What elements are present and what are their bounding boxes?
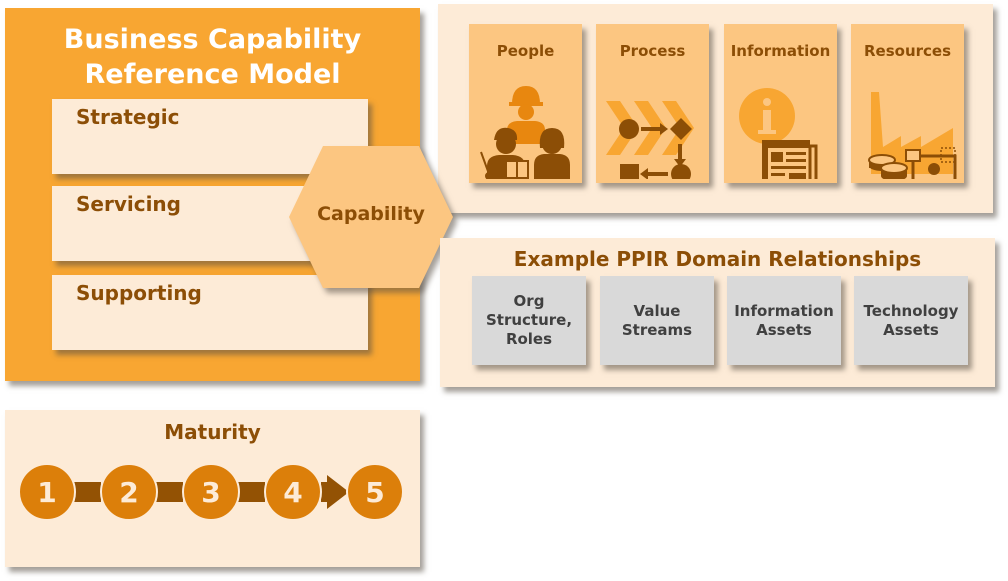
domain-label: Resources (863, 42, 952, 60)
information-newspaper-icon (739, 88, 818, 179)
people-group-icon (480, 86, 570, 179)
ppir-domains-panel: People Process Information Resources (438, 4, 993, 213)
domain-card-resources[interactable]: Resources (851, 24, 964, 183)
maturity-scale: 1 2 3 4 5 (18, 463, 404, 521)
relationships-title: Example PPIR Domain Relationships (513, 247, 922, 271)
tier-label: Strategic (76, 105, 180, 129)
title-line-2: Reference Model (84, 59, 341, 90)
maturity-arrow (321, 475, 349, 509)
reference-model-title: Business Capability Reference Model (5, 22, 420, 92)
tier-label: Servicing (76, 192, 181, 216)
maturity-level-label: 5 (365, 476, 384, 509)
maturity-level-label: 1 (37, 476, 56, 509)
relationships-panel: Example PPIR Domain Relationships Org St… (440, 238, 995, 387)
maturity-panel: Maturity 12345 (5, 410, 420, 567)
domain-card-process[interactable]: Process (596, 24, 709, 183)
title-line-1: Business Capability (63, 24, 362, 55)
domain-card-information[interactable]: Information (724, 24, 837, 183)
domain-label: Process (619, 42, 686, 60)
relationship-card-org-structure[interactable]: Org Structure, Roles (472, 276, 586, 365)
tier-label: Supporting (76, 281, 202, 305)
maturity-level-label: 3 (201, 476, 220, 509)
factory-resources-icon (868, 92, 957, 179)
maturity-level-label: 4 (283, 476, 302, 509)
capability-label: Capability (317, 203, 425, 225)
relationship-card-value-streams[interactable]: Value Streams (600, 276, 714, 365)
domain-label: People (496, 42, 555, 60)
maturity-level-label: 2 (119, 476, 138, 509)
domain-card-people[interactable]: People (469, 24, 582, 183)
relationship-card-technology-assets[interactable]: Technology Assets (854, 276, 968, 365)
domain-label: Information (730, 42, 831, 60)
process-flow-icon (606, 101, 694, 179)
relationship-card-information-assets[interactable]: Information Assets (727, 276, 841, 365)
